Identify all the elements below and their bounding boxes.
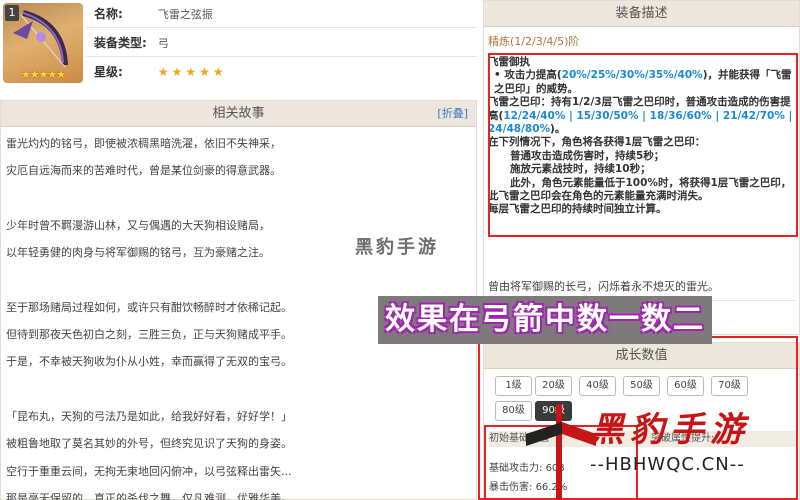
story-line: 「昆布丸，天狗的弓法乃是如此，给我好好看，好好学！」 xyxy=(6,410,292,423)
rarity-stars: ★★★★★ xyxy=(20,68,66,81)
star-label: 星级: xyxy=(94,65,123,79)
star-rating: ★★★★★ xyxy=(157,65,227,79)
name-label: 名称: xyxy=(94,7,123,21)
logo-mark-icon xyxy=(526,404,596,500)
story-line: 空行于重重云间，无拘无束地回闪俯冲，以弓弦释出雷矢... xyxy=(6,464,292,478)
star-row: 星级: ★★★★★ xyxy=(86,58,477,86)
site-logo-watermark: 黑豹手游 --HBHWQC.CN-- xyxy=(526,402,800,500)
equip-title: 装备描述 xyxy=(615,6,668,21)
weapon-lore: 曾由将军御赐的长弓，闪烁着永不熄灭的雷光。 xyxy=(488,280,719,293)
story-title: 相关故事 xyxy=(212,106,265,121)
story-panel-header: 相关故事 [折叠] xyxy=(1,101,476,127)
collapse-link[interactable]: [折叠] xyxy=(437,101,468,127)
story-line: 于是，不幸被天狗收为仆从小姓，幸而赢得了无双的宝弓。 xyxy=(6,355,292,369)
refinement-selector[interactable]: 精炼(1/2/3/4/5)阶 xyxy=(488,33,579,49)
refinement-rank-badge: 1 xyxy=(5,5,19,21)
weapon-image: 1 ★★★★★ xyxy=(3,3,83,83)
story-line: 但待到那夜天色初白之刻，三胜三负，正与天狗赌成平手。 xyxy=(6,328,292,342)
weapon-info-card: 1 ★★★★★ 名称: 飞雷之弦振 装备类型: 弓 星级: ★★★★★ xyxy=(0,0,477,90)
weapon-name: 飞雷之弦振 xyxy=(157,8,213,21)
watermark-text: 黑豹手游 xyxy=(355,237,439,258)
equip-panel-header: 装备描述 xyxy=(484,1,799,27)
logo-text: 黑豹手游 xyxy=(590,410,750,450)
highlight-frame-passive xyxy=(488,53,798,237)
story-line: 雷光灼灼的铭弓，即使被浓稠黑暗洗濯，依旧不失神采， xyxy=(6,137,281,150)
name-row: 名称: 飞雷之弦振 xyxy=(86,0,477,28)
story-line: 以年轻勇健的肉身与将军御赐的铭弓，互为豪赌之注。 xyxy=(6,246,270,260)
caption-banner: 效果在弓箭中数一数二 xyxy=(378,296,712,344)
story-line: 被粗鲁地取了莫名其妙的外号，但终究见识了天狗的身姿。 xyxy=(6,437,292,451)
logo-url: --HBHWQC.CN-- xyxy=(590,454,745,475)
weapon-type: 弓 xyxy=(157,37,169,50)
type-label: 装备类型: xyxy=(94,36,147,50)
type-row: 装备类型: 弓 xyxy=(86,29,477,57)
story-line: 灾厄自远海而来的苦难时代，曾是某位剑豪的得意武器。 xyxy=(6,164,281,178)
story-line: 至于那场赌局过程如何，或许只有酣饮畅醉时才依稀记起。 xyxy=(6,300,292,314)
story-line: 少年时曾不羁漫游山林，又与偶遇的大天狗相设赌局， xyxy=(6,218,270,232)
story-line: 那是毫无保留的、真正的杀伐之舞，仅凡难测，优雅华美。 xyxy=(6,491,292,500)
